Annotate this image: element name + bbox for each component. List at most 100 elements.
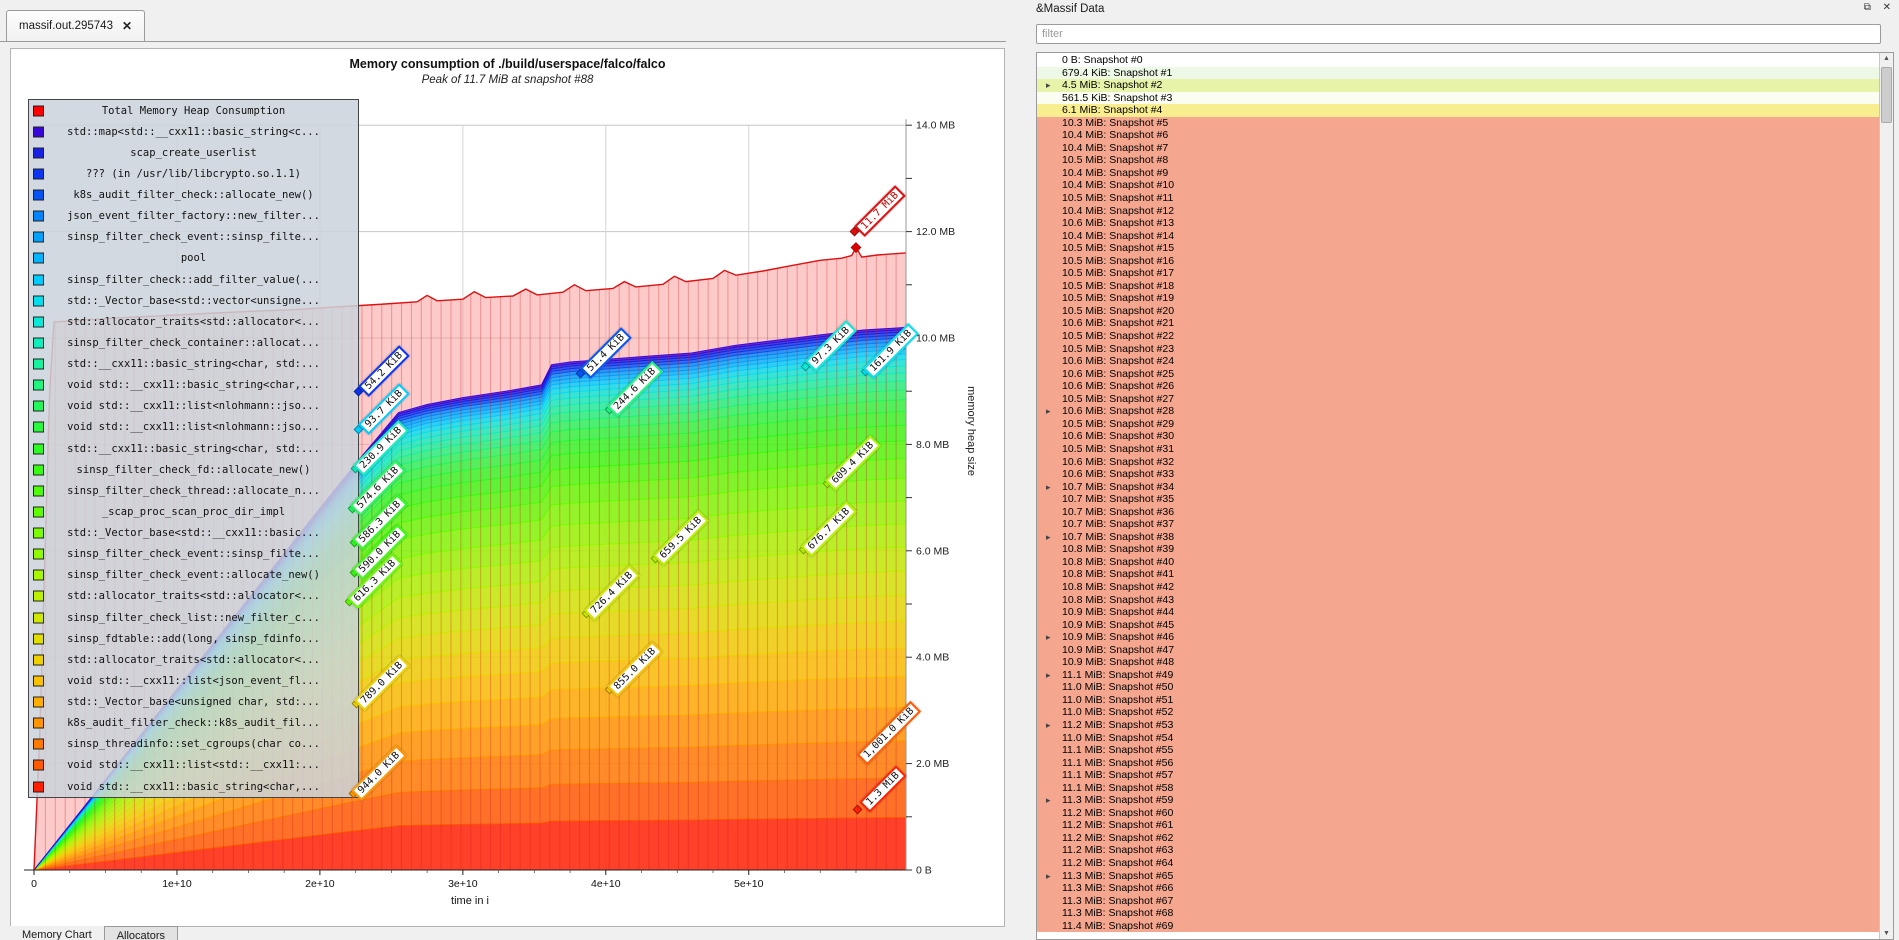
legend-item[interactable]: pool (29, 248, 358, 269)
legend-item[interactable]: void std::__cxx11::basic_string<char,... (29, 375, 358, 396)
snapshot-row[interactable]: 11.1 MiB: Snapshot #55 (1037, 744, 1880, 757)
snapshot-row[interactable]: 11.2 MiB: Snapshot #62 (1037, 832, 1880, 845)
legend-item[interactable]: std::_Vector_base<unsigned char, std:... (29, 692, 358, 713)
legend-item[interactable]: std::_Vector_base<std::__cxx11::basic... (29, 523, 358, 544)
legend-item[interactable]: std::__cxx11::basic_string<char, std:... (29, 438, 358, 459)
legend-item[interactable]: k8s_audit_filter_check::k8s_audit_fil... (29, 713, 358, 734)
snapshot-row[interactable]: 10.6 MiB: Snapshot #32 (1037, 456, 1880, 469)
snapshot-row[interactable]: 10.9 MiB: Snapshot #47 (1037, 644, 1880, 657)
snapshot-row[interactable]: 11.3 MiB: Snapshot #68 (1037, 907, 1880, 920)
snapshot-row[interactable]: 561.5 KiB: Snapshot #3 (1037, 92, 1880, 105)
snapshot-row[interactable]: ▸11.3 MiB: Snapshot #59 (1037, 794, 1880, 807)
legend-item[interactable]: sinsp_threadinfo::set_cgroups(char co... (29, 734, 358, 755)
snapshot-row[interactable]: ▸10.7 MiB: Snapshot #34 (1037, 481, 1880, 494)
snapshot-row[interactable]: 10.5 MiB: Snapshot #17 (1037, 267, 1880, 280)
close-tab-icon[interactable]: ✕ (122, 19, 132, 33)
expand-arrow-icon[interactable]: ▸ (1046, 669, 1051, 682)
snapshot-row[interactable]: 10.6 MiB: Snapshot #21 (1037, 317, 1880, 330)
scroll-down-icon[interactable]: ▼ (1880, 930, 1893, 937)
snapshot-row[interactable]: 10.4 MiB: Snapshot #14 (1037, 230, 1880, 243)
snapshot-row[interactable]: ▸11.1 MiB: Snapshot #49 (1037, 669, 1880, 682)
snapshot-row[interactable]: 10.4 MiB: Snapshot #9 (1037, 167, 1880, 180)
legend-item[interactable]: k8s_audit_filter_check::allocate_new() (29, 185, 358, 206)
legend-item[interactable]: sinsp_filter_check_thread::allocate_n... (29, 480, 358, 501)
snapshot-row[interactable]: 10.3 MiB: Snapshot #5 (1037, 117, 1880, 130)
float-panel-icon[interactable]: ⧉ (1864, 2, 1871, 13)
snapshot-row[interactable]: 10.5 MiB: Snapshot #8 (1037, 154, 1880, 167)
scrollbar[interactable]: ▲ ▼ (1879, 53, 1893, 939)
legend-item[interactable]: json_event_filter_factory::new_filter... (29, 206, 358, 227)
snapshot-row[interactable]: 11.0 MiB: Snapshot #50 (1037, 681, 1880, 694)
legend-item[interactable]: sinsp_filter_check_container::allocat... (29, 332, 358, 353)
legend-item[interactable]: void std::__cxx11::list<nlohmann::jso... (29, 417, 358, 438)
snapshot-row[interactable]: 679.4 KiB: Snapshot #1 (1037, 67, 1880, 80)
legend-item[interactable]: std::allocator_traits<std::allocator<... (29, 311, 358, 332)
expand-arrow-icon[interactable]: ▸ (1046, 870, 1051, 883)
snapshot-row[interactable]: 10.8 MiB: Snapshot #39 (1037, 543, 1880, 556)
expand-arrow-icon[interactable]: ▸ (1046, 794, 1051, 807)
legend-item[interactable]: sinsp_filter_check_event::sinsp_filte... (29, 544, 358, 565)
snapshot-row[interactable]: 11.2 MiB: Snapshot #64 (1037, 857, 1880, 870)
legend-item[interactable]: sinsp_filter_check_event::allocate_new() (29, 565, 358, 586)
snapshot-row[interactable]: 10.6 MiB: Snapshot #24 (1037, 355, 1880, 368)
snapshot-row[interactable]: 10.7 MiB: Snapshot #35 (1037, 493, 1880, 506)
legend-item[interactable]: _scap_proc_scan_proc_dir_impl (29, 501, 358, 522)
snapshot-row[interactable]: 10.5 MiB: Snapshot #27 (1037, 393, 1880, 406)
document-tab[interactable]: massif.out.295743 ✕ (6, 10, 145, 41)
snapshot-row[interactable]: 10.7 MiB: Snapshot #36 (1037, 506, 1880, 519)
legend-item[interactable]: scap_create_userlist (29, 142, 358, 163)
snapshot-row[interactable]: ▸10.7 MiB: Snapshot #38 (1037, 531, 1880, 544)
snapshot-row[interactable]: 10.8 MiB: Snapshot #42 (1037, 581, 1880, 594)
expand-arrow-icon[interactable]: ▸ (1046, 719, 1051, 732)
snapshot-row[interactable]: 10.4 MiB: Snapshot #6 (1037, 129, 1880, 142)
legend-item[interactable]: sinsp_filter_check_fd::allocate_new() (29, 459, 358, 480)
legend-item[interactable]: void std::__cxx11::list<std::__cxx11:... (29, 755, 358, 776)
snapshot-row[interactable]: ▸11.2 MiB: Snapshot #53 (1037, 719, 1880, 732)
legend-item[interactable]: void std::__cxx11::list<json_event_fl... (29, 670, 358, 691)
expand-arrow-icon[interactable]: ▸ (1046, 531, 1051, 544)
legend-item[interactable]: sinsp_fdtable::add(long, sinsp_fdinfo... (29, 628, 358, 649)
snapshot-row[interactable]: 11.0 MiB: Snapshot #52 (1037, 706, 1880, 719)
snapshot-row[interactable]: 10.5 MiB: Snapshot #22 (1037, 330, 1880, 343)
legend-item[interactable]: std::allocator_traits<std::allocator<... (29, 649, 358, 670)
snapshot-row[interactable]: 10.5 MiB: Snapshot #11 (1037, 192, 1880, 205)
snapshot-row[interactable]: 6.1 MiB: Snapshot #4 (1037, 104, 1880, 117)
snapshot-row[interactable]: 10.6 MiB: Snapshot #25 (1037, 368, 1880, 381)
snapshot-row[interactable]: 11.2 MiB: Snapshot #60 (1037, 807, 1880, 820)
snapshot-row[interactable]: 11.1 MiB: Snapshot #57 (1037, 769, 1880, 782)
snapshot-row[interactable]: 10.8 MiB: Snapshot #41 (1037, 568, 1880, 581)
snapshot-row[interactable]: 11.0 MiB: Snapshot #51 (1037, 694, 1880, 707)
snapshot-row[interactable]: 10.6 MiB: Snapshot #13 (1037, 217, 1880, 230)
legend-item[interactable]: Total Memory Heap Consumption (29, 100, 358, 121)
scrollbar-thumb[interactable] (1881, 67, 1892, 123)
legend-item[interactable]: sinsp_filter_check_event::sinsp_filte... (29, 227, 358, 248)
expand-arrow-icon[interactable]: ▸ (1046, 631, 1051, 644)
expand-arrow-icon[interactable]: ▸ (1046, 481, 1051, 494)
snapshot-row[interactable]: 11.1 MiB: Snapshot #58 (1037, 782, 1880, 795)
expand-arrow-icon[interactable]: ▸ (1046, 405, 1051, 418)
snapshot-row[interactable]: 10.9 MiB: Snapshot #45 (1037, 619, 1880, 632)
snapshot-row[interactable]: 0 B: Snapshot #0 (1037, 54, 1880, 67)
snapshot-row[interactable]: 11.2 MiB: Snapshot #61 (1037, 819, 1880, 832)
snapshot-row[interactable]: 10.9 MiB: Snapshot #48 (1037, 656, 1880, 669)
snapshot-row[interactable]: 10.6 MiB: Snapshot #30 (1037, 430, 1880, 443)
snapshot-row[interactable]: 11.4 MiB: Snapshot #69 (1037, 920, 1880, 933)
snapshot-row[interactable]: ▸10.9 MiB: Snapshot #46 (1037, 631, 1880, 644)
legend-item[interactable]: void std::__cxx11::list<nlohmann::jso... (29, 396, 358, 417)
legend-item[interactable]: std::map<std::__cxx11::basic_string<c... (29, 121, 358, 142)
legend-item[interactable]: std::__cxx11::basic_string<char, std:... (29, 354, 358, 375)
snapshot-row[interactable]: 10.6 MiB: Snapshot #33 (1037, 468, 1880, 481)
snapshot-row[interactable]: 11.3 MiB: Snapshot #67 (1037, 895, 1880, 908)
snapshot-row[interactable]: 10.8 MiB: Snapshot #43 (1037, 594, 1880, 607)
snapshot-row[interactable]: ▸4.5 MiB: Snapshot #2 (1037, 79, 1880, 92)
close-panel-icon[interactable]: ✕ (1883, 2, 1891, 13)
expand-arrow-icon[interactable]: ▸ (1046, 79, 1051, 92)
snapshot-row[interactable]: ▸11.3 MiB: Snapshot #65 (1037, 870, 1880, 883)
snapshot-row[interactable]: 10.8 MiB: Snapshot #40 (1037, 556, 1880, 569)
snapshot-row[interactable]: 11.2 MiB: Snapshot #63 (1037, 844, 1880, 857)
snapshot-row[interactable]: 10.5 MiB: Snapshot #18 (1037, 280, 1880, 293)
tab-allocators[interactable]: Allocators (104, 926, 178, 940)
panel-splitter[interactable] (1006, 0, 1023, 940)
snapshot-row[interactable]: 11.1 MiB: Snapshot #56 (1037, 757, 1880, 770)
legend-item[interactable]: void std::__cxx11::basic_string<char,... (29, 776, 358, 797)
